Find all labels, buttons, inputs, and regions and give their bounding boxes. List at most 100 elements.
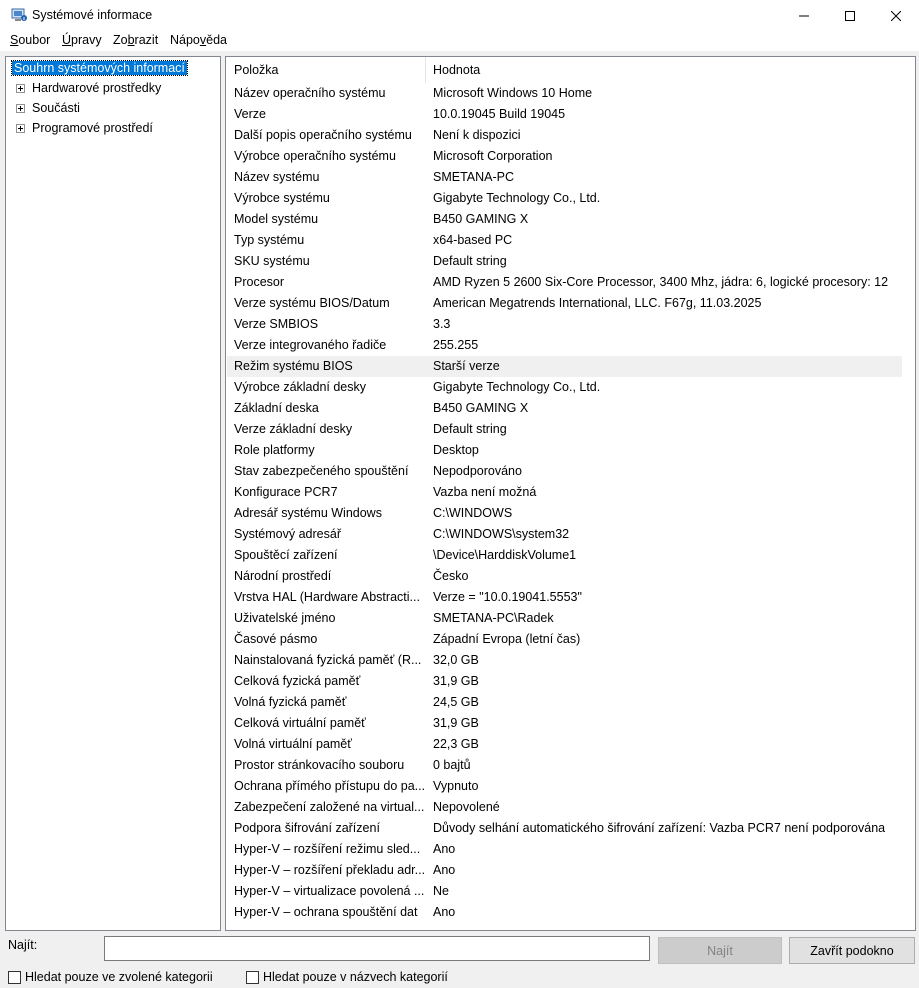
tree-item-system-summary[interactable]: Souhrn systémových informací	[11, 60, 188, 77]
table-row[interactable]: Model systému B450 GAMING X	[227, 209, 902, 230]
checkbox-label: Hledat pouze ve zvolené kategorii	[25, 970, 213, 984]
item-cell: SKU systému	[234, 254, 310, 268]
column-header-value[interactable]: Hodnota	[433, 57, 480, 83]
table-row[interactable]: Hyper-V – rozšíření režimu sled... Ano	[227, 839, 902, 860]
table-row[interactable]: Verze SMBIOS 3.3	[227, 314, 902, 335]
table-row[interactable]: Ochrana přímého přístupu do pa... Vypnuto	[227, 776, 902, 797]
table-row[interactable]: Volná virtuální paměť 22,3 GB	[227, 734, 902, 755]
table-row[interactable]: Zabezpečení založené na virtual... Nepovo…	[227, 797, 902, 818]
tree-item-hardware-resources[interactable]: Hardwarové prostředky	[6, 80, 206, 97]
checkbox-label: Hledat pouze v názvech kategorií	[263, 970, 448, 984]
table-row[interactable]: Typ systému x64-based PC	[227, 230, 902, 251]
value-cell: 22,3 GB	[433, 737, 479, 751]
search-selected-category-checkbox[interactable]: Hledat pouze ve zvolené kategorii	[8, 970, 213, 984]
item-cell: Verze	[234, 107, 266, 121]
table-row[interactable]: Celková fyzická paměť 31,9 GB	[227, 671, 902, 692]
checkbox-box[interactable]	[246, 970, 259, 984]
value-cell: Ano	[433, 905, 456, 919]
checkbox-box[interactable]	[8, 970, 21, 984]
value-cell: 31,9 GB	[433, 674, 479, 688]
title-bar: Systémové informace	[0, 0, 919, 31]
table-row[interactable]: Verze integrovaného řadiče 255.255	[227, 335, 902, 356]
tree-item-label: Součásti	[32, 101, 80, 115]
table-row[interactable]: Podpora šifrování zařízení Důvody selhání…	[227, 818, 902, 839]
table-row[interactable]: Hyper-V – rozšíření překladu adr... Ano	[227, 860, 902, 881]
table-row[interactable]: Uživatelské jméno SMETANA-PC\Radek	[227, 608, 902, 629]
value-cell: AMD Ryzen 5 2600 Six-Core Processor, 340…	[433, 275, 889, 289]
item-cell: Nainstalovaná fyzická paměť (R...	[234, 653, 422, 667]
table-row[interactable]: Systémový adresář C:\WINDOWS\system32	[227, 524, 902, 545]
details-list[interactable]: Položka Hodnota Název operačního systému…	[225, 56, 916, 931]
value-cell: B450 GAMING X	[433, 212, 529, 226]
close-button[interactable]	[873, 0, 919, 31]
table-row[interactable]: Název systému SMETANA-PC	[227, 167, 902, 188]
tree-item-label: Souhrn systémových informací	[11, 60, 188, 76]
table-row[interactable]: Verze systému BIOS/Datum American Megatre…	[227, 293, 902, 314]
item-cell: Volná virtuální paměť	[234, 737, 352, 751]
tree-item-software-environment[interactable]: Programové prostředí	[6, 120, 206, 137]
table-row[interactable]: Stav zabezpečeného spouštění Nepodporován…	[227, 461, 902, 482]
value-cell: 3.3	[433, 317, 451, 331]
category-tree[interactable]: Souhrn systémových informací Hardwarové …	[5, 56, 221, 931]
search-category-names-checkbox[interactable]: Hledat pouze v názvech kategorií	[246, 970, 448, 984]
table-row[interactable]: Další popis operačního systému Není k dis…	[227, 125, 902, 146]
table-row[interactable]: Prostor stránkovacího souboru 0 bajtů	[227, 755, 902, 776]
menu-edit[interactable]: Úpravy	[62, 33, 102, 47]
menu-view[interactable]: Zobrazit	[113, 33, 158, 47]
value-cell: Ne	[433, 884, 449, 898]
table-row[interactable]: Hyper-V – virtualizace povolená ... Ne	[227, 881, 902, 902]
table-row[interactable]: Výrobce operačního systému Microsoft Corp…	[227, 146, 902, 167]
maximize-button[interactable]	[827, 0, 873, 31]
table-row[interactable]: Verze základní desky Default string	[227, 419, 902, 440]
table-row[interactable]: Vrstva HAL (Hardware Abstracti... Verze =…	[227, 587, 902, 608]
expand-plus-icon[interactable]	[16, 104, 25, 113]
table-row[interactable]: SKU systému Default string	[227, 251, 902, 272]
menu-help-rest: ěda	[206, 33, 227, 47]
table-row[interactable]: Role platformy Desktop	[227, 440, 902, 461]
column-header-item[interactable]: Položka	[234, 57, 278, 83]
table-row[interactable]: Časové pásmo Západní Evropa (letní čas)	[227, 629, 902, 650]
maximize-icon	[845, 10, 855, 21]
item-cell: Procesor	[234, 275, 285, 289]
item-cell: Adresář systému Windows	[234, 506, 382, 520]
item-cell: Verze systému BIOS/Datum	[234, 296, 390, 310]
table-row[interactable]: Nainstalovaná fyzická paměť (R... 32,0 GB	[227, 650, 902, 671]
value-cell: 31,9 GB	[433, 716, 479, 730]
table-row[interactable]: Výrobce základní desky Gigabyte Technolog…	[227, 377, 902, 398]
value-cell: C:\WINDOWS	[433, 506, 513, 520]
tree-item-components[interactable]: Součásti	[6, 100, 206, 117]
menu-file[interactable]: Soubor	[10, 33, 50, 47]
minimize-button[interactable]	[781, 0, 827, 31]
item-cell: Název systému	[234, 170, 320, 184]
find-input[interactable]	[104, 936, 650, 961]
item-cell: Ochrana přímého přístupu do pa...	[234, 779, 426, 793]
menu-help[interactable]: Nápověda	[170, 33, 227, 47]
table-row[interactable]: Název operačního systému Microsoft Window…	[227, 83, 902, 104]
menu-help-pre: Nápo	[170, 33, 200, 47]
find-button[interactable]: Najít	[658, 937, 782, 964]
table-row[interactable]: Verze 10.0.19045 Build 19045	[227, 104, 902, 125]
item-cell: Role platformy	[234, 443, 315, 457]
table-row[interactable]: Volná fyzická paměť 24,5 GB	[227, 692, 902, 713]
table-row[interactable]: Národní prostředí Česko	[227, 566, 902, 587]
item-cell: Prostor stránkovacího souboru	[234, 758, 405, 772]
table-row[interactable]: Výrobce systému Gigabyte Technology Co., …	[227, 188, 902, 209]
table-row[interactable]: Základní deska B450 GAMING X	[227, 398, 902, 419]
table-row[interactable]: Celková virtuální paměť 31,9 GB	[227, 713, 902, 734]
expand-plus-icon[interactable]	[16, 124, 25, 133]
table-row[interactable]: Konfigurace PCR7 Vazba není možná	[227, 482, 902, 503]
item-cell: Typ systému	[234, 233, 305, 247]
close-find-button[interactable]: Zavřít podokno	[789, 937, 915, 964]
table-row[interactable]: Režim systému BIOS Starší verze	[227, 356, 902, 377]
table-row[interactable]: Spouštěcí zařízení \Device\HarddiskVolume…	[227, 545, 902, 566]
value-cell: 32,0 GB	[433, 653, 479, 667]
expand-plus-icon[interactable]	[16, 84, 25, 93]
table-row[interactable]: Hyper-V – ochrana spouštění dat Ano	[227, 902, 902, 923]
value-cell: Nepodporováno	[433, 464, 522, 478]
table-row[interactable]: Adresář systému Windows C:\WINDOWS	[227, 503, 902, 524]
column-divider[interactable]	[425, 57, 426, 83]
item-cell: Uživatelské jméno	[234, 611, 336, 625]
table-row[interactable]: Procesor AMD Ryzen 5 2600 Six-Core Proces…	[227, 272, 902, 293]
item-cell: Výrobce systému	[234, 191, 330, 205]
tree-item-label: Programové prostředí	[32, 121, 153, 135]
